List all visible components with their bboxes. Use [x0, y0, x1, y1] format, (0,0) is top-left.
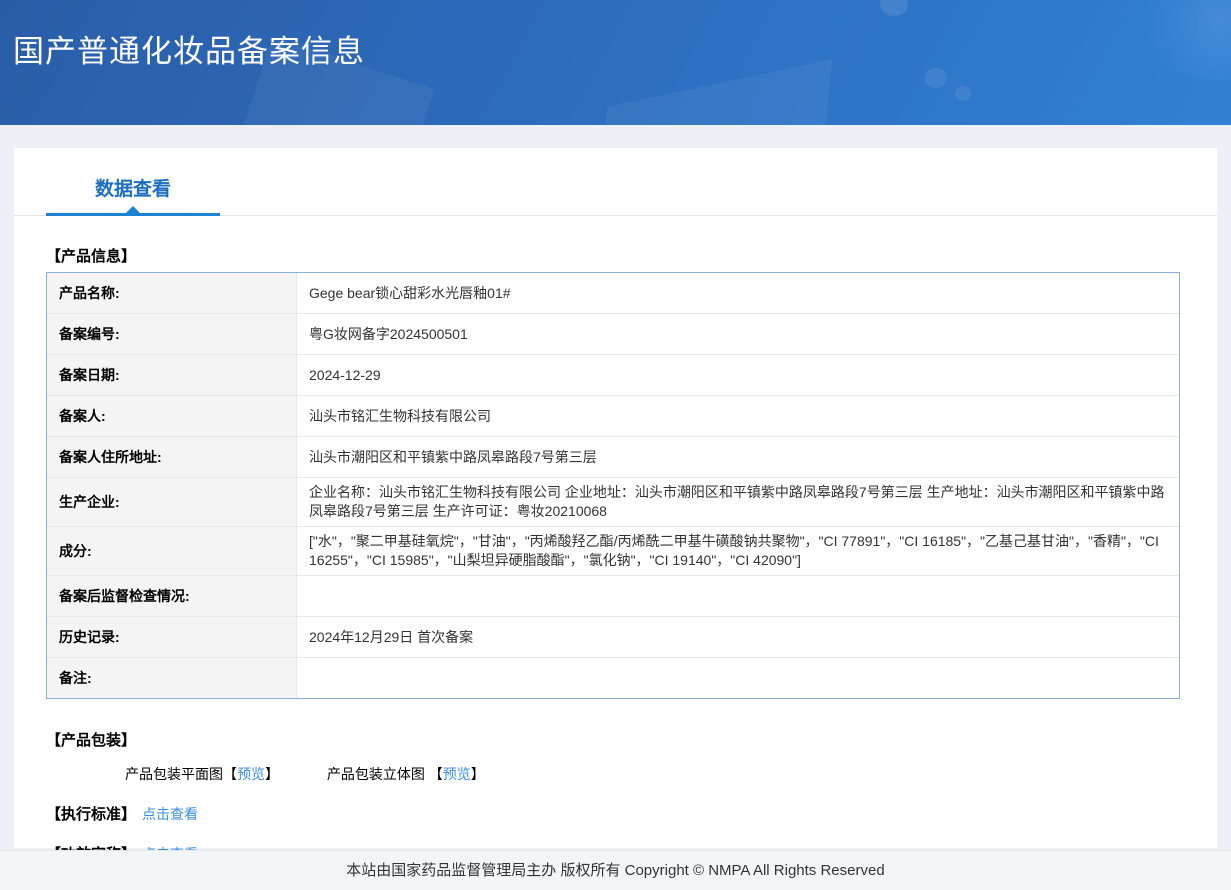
- row-value: 汕头市铭汇生物科技有限公司: [297, 396, 1179, 436]
- table-row: 备注:: [47, 658, 1179, 698]
- row-value: 2024-12-29: [297, 355, 1179, 395]
- row-value: 企业名称：汕头市铭汇生物科技有限公司 企业地址：汕头市潮阳区和平镇紫中路凤皋路段…: [297, 478, 1179, 526]
- bracket: 【: [223, 766, 237, 782]
- row-label: 历史记录:: [47, 617, 297, 657]
- row-value: Gege bear锁心甜彩水光唇釉01#: [297, 273, 1179, 313]
- exec-standard-row: 【执行标准】点击查看: [46, 803, 1180, 824]
- section-title-product-package: 【产品包装】: [46, 729, 1180, 750]
- card-content: 【产品信息】 产品名称: Gege bear锁心甜彩水光唇釉01# 备案编号: …: [14, 245, 1217, 864]
- banner-decor-dot: [955, 86, 971, 101]
- tab-active-underline: [46, 213, 220, 216]
- row-label: 备案日期:: [47, 355, 297, 395]
- package-flat-item: 产品包装平面图【预览】: [125, 766, 279, 782]
- table-row: 产品名称: Gege bear锁心甜彩水光唇釉01#: [47, 273, 1179, 314]
- row-value: 粤G妆网备字2024500501: [297, 314, 1179, 354]
- table-row: 备案人: 汕头市铭汇生物科技有限公司: [47, 396, 1179, 437]
- section-title-product-info: 【产品信息】: [46, 245, 1180, 266]
- table-row: 生产企业: 企业名称：汕头市铭汇生物科技有限公司 企业地址：汕头市潮阳区和平镇紫…: [47, 478, 1179, 527]
- row-label: 成分:: [47, 527, 297, 575]
- package-stereo-preview-link[interactable]: 预览: [443, 766, 471, 782]
- banner-decor-dot: [925, 68, 947, 88]
- bracket: 】: [265, 766, 279, 782]
- row-value: [297, 658, 1179, 698]
- package-flat-preview-link[interactable]: 预览: [237, 766, 265, 782]
- table-row: 备案日期: 2024-12-29: [47, 355, 1179, 396]
- row-label: 产品名称:: [47, 273, 297, 313]
- tab-bar: 数据查看: [14, 148, 1217, 216]
- package-stereo-label: 产品包装立体图: [327, 766, 429, 782]
- tab-data-view[interactable]: 数据查看: [46, 174, 220, 201]
- row-label: 备案编号:: [47, 314, 297, 354]
- table-row: 成分: ["水"，"聚二甲基硅氧烷"，"甘油"，"丙烯酸羟乙酯/丙烯酰二甲基牛磺…: [47, 527, 1179, 576]
- row-label: 备案人:: [47, 396, 297, 436]
- bracket: 】: [471, 766, 485, 782]
- row-label: 备案后监督检查情况:: [47, 576, 297, 616]
- bracket: 【: [429, 766, 443, 782]
- row-label: 备案人住所地址:: [47, 437, 297, 477]
- table-row: 备案后监督检查情况:: [47, 576, 1179, 617]
- row-value: ["水"，"聚二甲基硅氧烷"，"甘油"，"丙烯酸羟乙酯/丙烯酰二甲基牛磺酸钠共聚…: [297, 527, 1179, 575]
- product-info-table: 产品名称: Gege bear锁心甜彩水光唇釉01# 备案编号: 粤G妆网备字2…: [46, 272, 1180, 699]
- site-footer: 本站由国家药品监督管理局主办 版权所有 Copyright © NMPA All…: [0, 850, 1231, 890]
- banner-decor-circle: [1130, 0, 1231, 80]
- package-preview-row: 产品包装平面图【预览】 产品包装立体图 【预览】: [46, 764, 1180, 784]
- row-value: [297, 576, 1179, 616]
- tab-active-indicator: [126, 206, 140, 213]
- banner-decor-shape: [598, 59, 833, 125]
- row-label: 备注:: [47, 658, 297, 698]
- content-card: 数据查看 【产品信息】 产品名称: Gege bear锁心甜彩水光唇釉01# 备…: [14, 148, 1217, 848]
- row-label: 生产企业:: [47, 478, 297, 526]
- table-row: 历史记录: 2024年12月29日 首次备案: [47, 617, 1179, 658]
- package-stereo-item: 产品包装立体图 【预览】: [327, 766, 485, 782]
- page-banner: 国产普通化妆品备案信息: [0, 0, 1231, 125]
- row-value: 汕头市潮阳区和平镇紫中路凤皋路段7号第三层: [297, 437, 1179, 477]
- row-value: 2024年12月29日 首次备案: [297, 617, 1179, 657]
- table-row: 备案编号: 粤G妆网备字2024500501: [47, 314, 1179, 355]
- section-title-exec-standard: 【执行标准】: [46, 806, 136, 823]
- banner-decor-dot: [880, 0, 908, 16]
- exec-standard-view-link[interactable]: 点击查看: [142, 806, 198, 822]
- package-flat-label: 产品包装平面图: [125, 766, 223, 782]
- page-title: 国产普通化妆品备案信息: [13, 26, 365, 71]
- table-row: 备案人住所地址: 汕头市潮阳区和平镇紫中路凤皋路段7号第三层: [47, 437, 1179, 478]
